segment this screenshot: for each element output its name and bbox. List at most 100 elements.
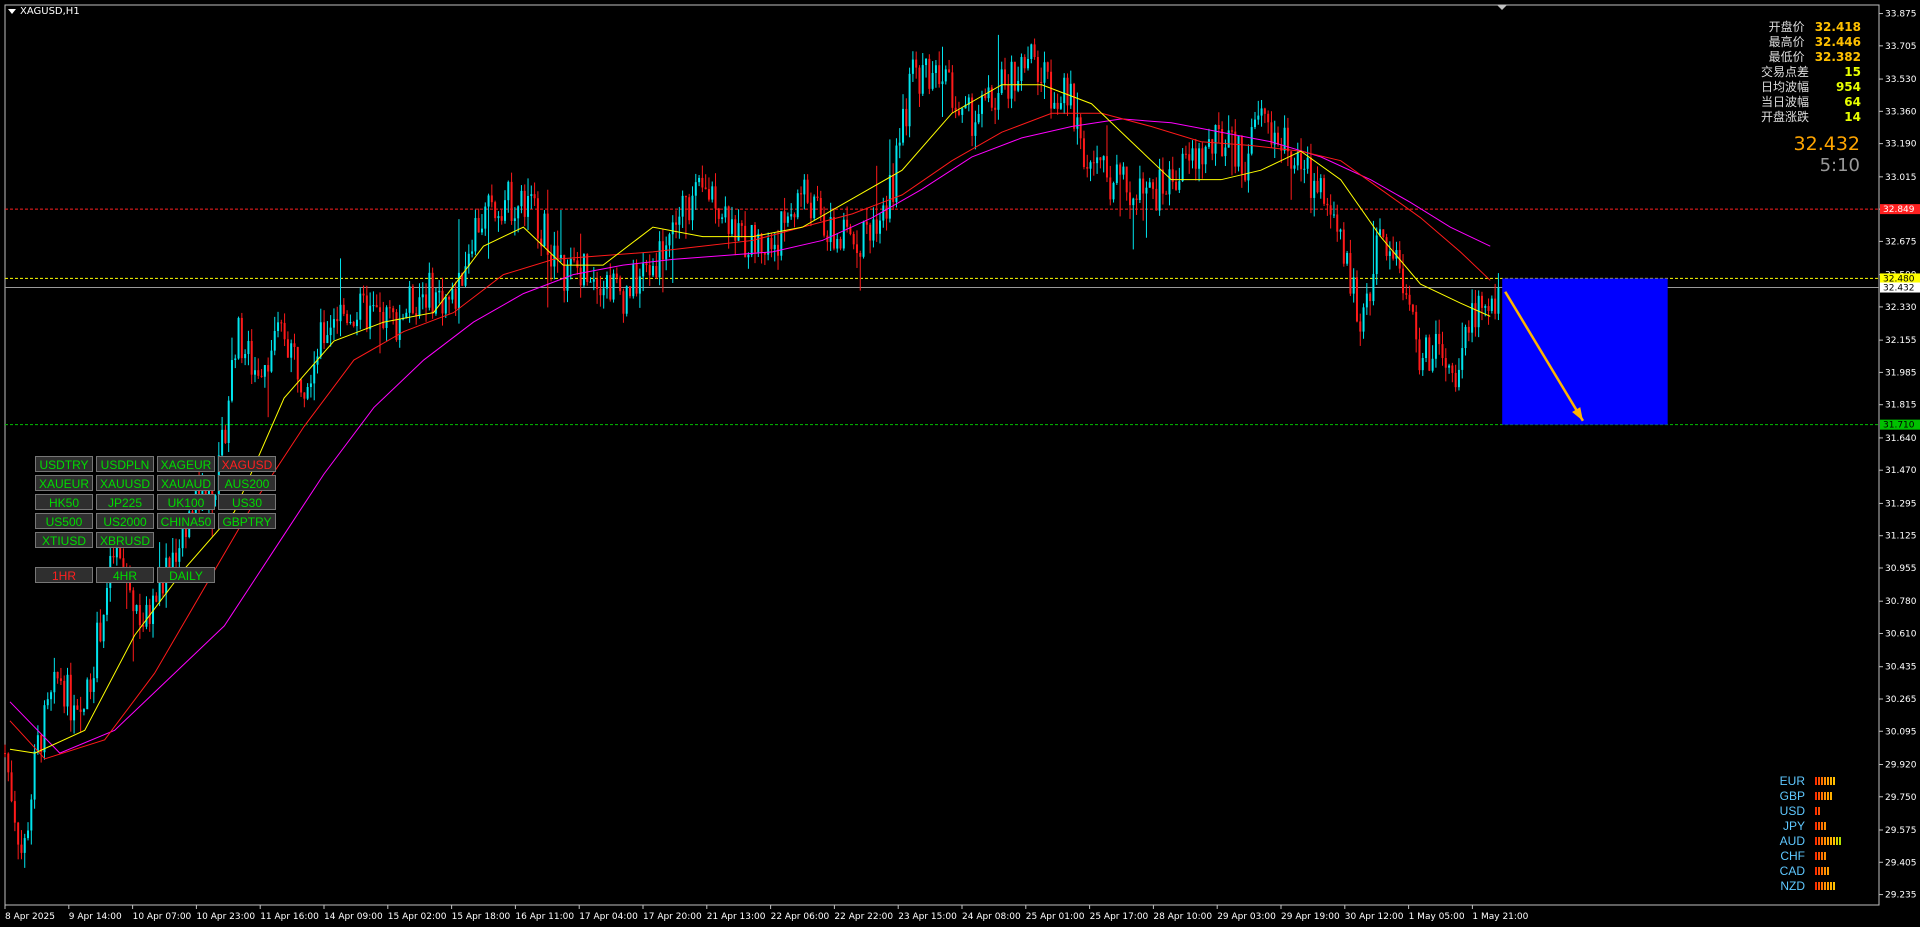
symbol-button-gbptry[interactable]: GBPTRY xyxy=(218,513,276,529)
candle-body xyxy=(421,294,424,298)
symbol-button-china50[interactable]: CHINA50 xyxy=(157,513,215,529)
y-tick-label: 30.095 xyxy=(1885,727,1917,737)
ma-slow-line xyxy=(9,118,1491,754)
info-label: 最高价 xyxy=(1768,35,1805,49)
candle-body xyxy=(527,195,530,217)
x-tick-label: 24 Apr 08:00 xyxy=(962,912,1021,922)
candle-body xyxy=(158,580,161,602)
candle-body xyxy=(707,189,710,200)
symbol-button-usdpln[interactable]: USDPLN xyxy=(96,456,154,472)
strength-bar xyxy=(1815,776,1817,785)
symbol-button-uk100[interactable]: UK100 xyxy=(157,494,215,510)
candle-body xyxy=(971,97,974,136)
candle-body xyxy=(1119,164,1122,175)
strength-bar xyxy=(1821,776,1823,785)
candle-body xyxy=(1309,157,1312,198)
candle-body xyxy=(30,799,33,831)
y-tick-label: 31.295 xyxy=(1885,499,1917,509)
candle-body xyxy=(1421,358,1424,371)
candle-body xyxy=(543,213,546,247)
candle-body xyxy=(803,179,806,195)
symbol-button-usdtry[interactable]: USDTRY xyxy=(35,456,93,472)
candle-body xyxy=(178,548,181,562)
candle-body xyxy=(319,322,322,357)
candle-body xyxy=(698,177,701,183)
candle-body xyxy=(33,751,36,800)
candle-body xyxy=(296,346,299,380)
candle-body xyxy=(1372,274,1375,302)
symbol-button-us30[interactable]: US30 xyxy=(218,494,276,510)
candle-body xyxy=(1122,166,1125,175)
candle-body xyxy=(283,322,286,340)
candle-body xyxy=(944,69,947,82)
candle-body xyxy=(589,281,592,283)
timeframe-button-daily[interactable]: DAILY xyxy=(157,567,215,583)
y-tick-label: 29.920 xyxy=(1885,760,1917,770)
candle-body xyxy=(872,219,875,241)
symbol-button-xauaud[interactable]: XAUAUD xyxy=(157,475,215,491)
candle-body xyxy=(806,179,809,203)
candle-body xyxy=(1155,188,1158,211)
level-price-label: 32.849 xyxy=(1883,205,1915,215)
y-tick-label: 33.875 xyxy=(1885,10,1917,20)
x-tick-label: 22 Apr 22:00 xyxy=(834,912,893,922)
candle-body xyxy=(852,234,855,245)
candle-body xyxy=(1194,148,1197,169)
candle-body xyxy=(678,216,681,225)
ma-fast-line xyxy=(9,84,1491,754)
candle-body xyxy=(823,214,826,236)
candle-body xyxy=(941,81,944,85)
symbol-button-us500[interactable]: US500 xyxy=(35,513,93,529)
candle-body xyxy=(1451,365,1454,373)
candle-body xyxy=(530,194,533,196)
candle-body xyxy=(1178,181,1181,190)
symbol-button-aus200[interactable]: AUS200 xyxy=(218,475,276,491)
strength-bar xyxy=(1827,776,1829,785)
symbol-button-grid: USDTRY USDPLN XAGEUR XAGUSD XAUEUR XAUUSD XAUA… xyxy=(35,456,276,548)
candle-body xyxy=(10,772,13,802)
strength-bar xyxy=(1815,791,1817,800)
candle-body xyxy=(332,319,335,328)
symbol-button-jp225[interactable]: JP225 xyxy=(96,494,154,510)
info-label: 开盘价 xyxy=(1768,20,1805,34)
candle-body xyxy=(17,822,20,845)
y-tick-label: 31.815 xyxy=(1885,401,1917,411)
symbol-button-xageur[interactable]: XAGEUR xyxy=(157,456,215,472)
candle-body xyxy=(1198,148,1201,169)
candle-body xyxy=(63,680,66,707)
symbol-button-xagusd[interactable]: XAGUSD xyxy=(218,456,276,472)
candle-body xyxy=(1369,293,1372,302)
x-tick-label: 29 Apr 19:00 xyxy=(1281,912,1340,922)
symbol-button-xtiusd[interactable]: XTIUSD xyxy=(35,532,93,548)
candle-body xyxy=(648,265,651,276)
candle-body xyxy=(303,392,306,399)
info-value: 32.446 xyxy=(1814,35,1861,49)
candle-body xyxy=(500,216,503,221)
candle-body xyxy=(536,198,539,239)
timeframe-button-1hr[interactable]: 1HR xyxy=(35,567,93,583)
info-value: 32.418 xyxy=(1814,20,1861,34)
symbol-button-xaueur[interactable]: XAUEUR xyxy=(35,475,93,491)
candle-body xyxy=(474,217,477,252)
info-value: 14 xyxy=(1844,110,1861,124)
symbol-button-us2000[interactable]: US2000 xyxy=(96,513,154,529)
candle-body xyxy=(1382,229,1385,238)
candle-body xyxy=(918,67,921,94)
candle-body xyxy=(1145,187,1148,194)
candle-body xyxy=(997,93,1000,110)
candle-body xyxy=(921,65,924,94)
symbol-button-xauusd[interactable]: XAUUSD xyxy=(96,475,154,491)
symbol-button-xbrusd[interactable]: XBRUSD xyxy=(96,532,154,548)
x-tick-label: 8 Apr 2025 xyxy=(5,912,55,922)
strength-bar xyxy=(1839,836,1841,845)
candle-body xyxy=(1181,153,1184,182)
candle-body xyxy=(494,202,497,219)
y-tick-label: 30.610 xyxy=(1885,629,1917,639)
candle-body xyxy=(1286,127,1289,152)
price-chart[interactable]: 33.875 33.705 33.530 33.360 33.190 33.015 32.8… xyxy=(0,0,1920,927)
currency-name: EUR xyxy=(1779,773,1805,788)
symbol-button-hk50[interactable]: HK50 xyxy=(35,494,93,510)
candle-body xyxy=(875,219,878,234)
title-dropdown-icon[interactable] xyxy=(8,8,16,14)
timeframe-button-4hr[interactable]: 4HR xyxy=(96,567,154,583)
